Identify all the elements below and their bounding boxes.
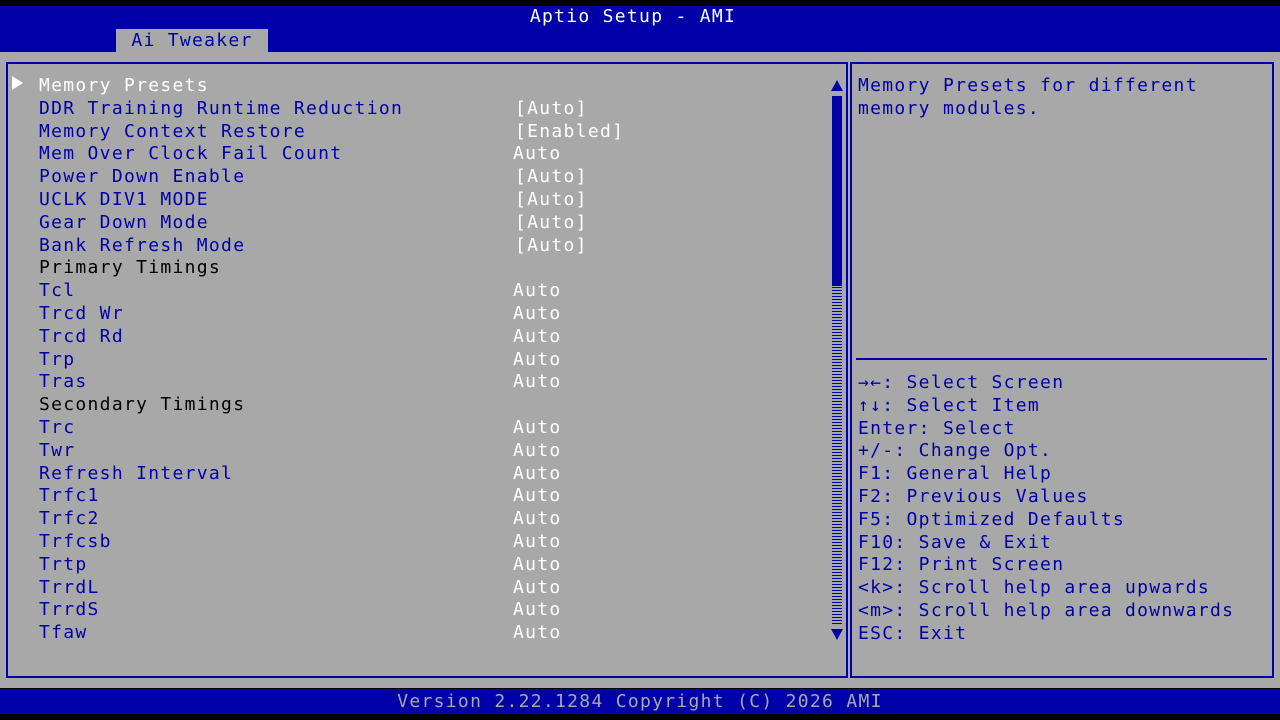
setting-label: Tcl (39, 280, 76, 302)
setting-value[interactable]: Auto (513, 142, 562, 165)
key-legend: →←: Select Screen ↑↓: Select Item Enter: S… (858, 371, 1278, 645)
setting-value[interactable]: Auto (513, 279, 562, 302)
tab-ai-tweaker[interactable]: Ai Tweaker (116, 29, 268, 52)
setting-value[interactable]: Auto (513, 348, 562, 371)
key-hint: F2: Previous Values (858, 485, 1089, 507)
scrollbar[interactable] (830, 80, 844, 640)
setting-value[interactable]: Auto (513, 462, 562, 485)
key-hint: F12: Print Screen (858, 554, 1065, 576)
setting-value[interactable]: [Auto] (515, 165, 588, 188)
setting-label: UCLK DIV1 MODE (39, 189, 209, 210)
key-hint: Enter: Select (858, 417, 1016, 439)
setting-value[interactable]: [Auto] (515, 188, 588, 211)
setting-label: Power Down Enable (39, 166, 246, 188)
setting-value[interactable]: Auto (513, 439, 562, 462)
setting-label: Tras (39, 371, 88, 393)
help-text: Memory Presets for different memory modu… (858, 75, 1198, 119)
setting-label: Twr (39, 439, 76, 461)
setting-label: Trtp (39, 553, 88, 575)
setting-label: Tfaw (39, 622, 88, 644)
setting-label: Trcd Rd (39, 325, 124, 347)
setting-value[interactable]: Auto (513, 621, 562, 644)
app-title: Aptio Setup - AMI (529, 6, 737, 27)
setting-label: Mem Over Clock Fail Count (39, 143, 343, 165)
setting-label: Gear Down Mode (39, 211, 209, 233)
version-text: Version 2.22.1284 Copyright (C) 2026 AMI (397, 691, 883, 712)
setting-label: Primary Timings (39, 257, 222, 279)
setting-value[interactable]: Auto (513, 416, 562, 439)
setting-value[interactable]: [Enabled] (515, 120, 624, 143)
key-hint: ↑↓: Select Item (858, 394, 1041, 416)
setting-value[interactable]: Auto (513, 325, 562, 348)
setting-value[interactable]: [Auto] (515, 211, 588, 234)
key-hint: <k>: Scroll help area upwards (858, 577, 1210, 599)
setting-label: Trfc2 (39, 508, 100, 530)
setting-value[interactable]: Auto (513, 507, 562, 530)
setting-label: Trfcsb (39, 531, 112, 552)
setting-label: TrrdL (39, 576, 100, 598)
setting-value[interactable]: [Auto] (515, 234, 588, 257)
setting-label: Trcd Wr (39, 303, 124, 324)
scroll-up-arrow-icon[interactable] (831, 80, 843, 91)
key-hint: →←: Select Screen (858, 372, 1065, 393)
key-hint: F1: General Help (858, 463, 1053, 485)
setting-label: Bank Refresh Mode (39, 234, 246, 256)
setting-value[interactable]: Auto (513, 598, 562, 621)
setting-label: Memory Presets (39, 75, 209, 96)
setting-label: Trfc1 (39, 485, 100, 507)
key-hint: ESC: Exit (858, 622, 968, 644)
setting-label: Trp (39, 348, 76, 370)
selection-arrow-icon (12, 76, 23, 90)
scroll-down-arrow-icon[interactable] (831, 629, 843, 640)
setting-label: Refresh Interval (39, 462, 234, 484)
setting-value[interactable]: Auto (513, 302, 562, 325)
setting-value[interactable]: Auto (513, 530, 562, 553)
setting-value[interactable]: Auto (513, 370, 562, 393)
setting-value[interactable]: Auto (513, 484, 562, 507)
setting-value[interactable]: [Auto] (515, 97, 588, 120)
key-hint: F10: Save & Exit (858, 531, 1053, 553)
key-hint: <m>: Scroll help area downwards (858, 599, 1235, 621)
key-hint: +/-: Change Opt. (858, 440, 1053, 462)
setting-label: Secondary Timings (39, 394, 246, 416)
scroll-thumb[interactable] (832, 96, 842, 286)
key-hint: F5: Optimized Defaults (858, 508, 1126, 530)
setting-value[interactable]: Auto (513, 553, 562, 576)
setting-label: Memory Context Restore (39, 120, 307, 142)
help-divider (856, 358, 1267, 360)
setting-label: Trc (39, 417, 76, 438)
setting-label: TrrdS (39, 599, 100, 621)
setting-label: DDR Training Runtime Reduction (39, 97, 404, 119)
setting-value[interactable]: Auto (513, 576, 562, 599)
